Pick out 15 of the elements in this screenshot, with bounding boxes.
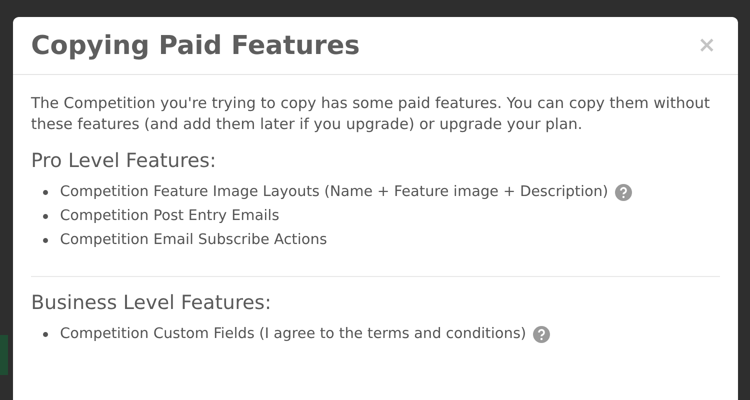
bullet-icon [43,238,48,242]
modal-title: Copying Paid Features [31,30,360,60]
section-heading: Business Level Features: [31,291,272,314]
feature-item: Competition Email Subscribe Actions [60,231,327,250]
feature-item: Competition Feature Image Layouts (Name + Feature image + Description) [60,183,608,202]
feature-item: Competition Post Entry Emails [60,207,280,226]
help-icon[interactable] [533,326,550,342]
intro-text: The Competition you're trying to copy has some paid features. You can copy them without these features (and add them later if you upgrade) or upgrade your plan. [31,93,711,135]
bullet-icon [43,332,48,336]
section-heading: Pro Level Features: [31,149,218,172]
bullet-icon [43,190,48,194]
bullet-icon [43,214,48,218]
close-button[interactable]: × [694,33,720,58]
help-icon[interactable] [615,184,632,200]
feature-item: Competition Custom Fields (I agree to the terms and conditions) [60,325,526,344]
